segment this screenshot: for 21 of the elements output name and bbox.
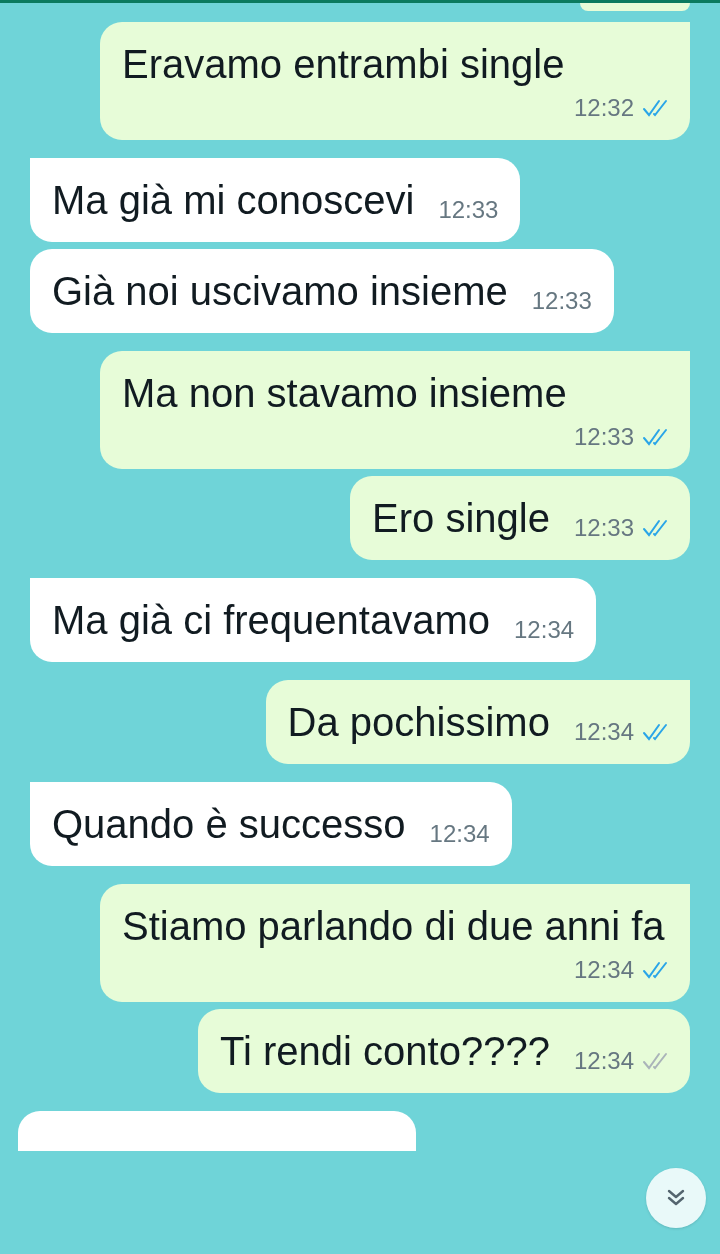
message-text: Ma non stavamo insieme [122,370,567,417]
message-text: Ero single [372,495,550,542]
message-text: Quando è successo [52,801,406,848]
message-time: 12:34 [429,819,490,849]
message-text: Già noi uscivamo insieme [52,268,508,315]
message-text: Da pochissimo [287,699,550,746]
message-time: 12:34 [573,1046,634,1076]
message-time: 12:34 [514,615,575,645]
message-text: Ti rendi conto???? [220,1028,550,1075]
message-time: 12:32 [573,93,634,123]
message-text: Ma già ci frequentavamo [52,597,490,644]
message-time: 12:33 [438,195,499,225]
message-time: 12:33 [531,286,592,316]
message-text: Eravamo entrambi single [122,41,565,88]
scroll-down-button[interactable] [646,1168,706,1228]
message-time: 12:33 [573,422,634,452]
message-time: 12:34 [573,717,634,747]
message-text: Ma già mi conoscevi [52,177,415,224]
message-text: Stiamo parlando di due anni fa [122,903,665,950]
message-time: 12:33 [573,513,634,543]
message-time: 12:34 [573,955,634,985]
